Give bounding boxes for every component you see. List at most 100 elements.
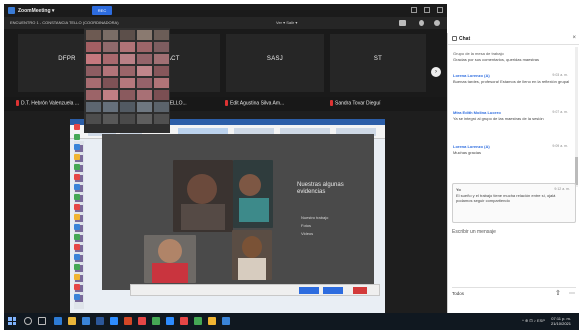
participants-panel-icon[interactable]: ≡: [487, 21, 495, 29]
participant-initials: SASJ: [266, 56, 284, 62]
app-icon[interactable]: [222, 317, 230, 325]
zoom-meeting-window: ZoomMeeting ▾ REC ENCUENTRO 1 - CONSTANC…: [4, 4, 447, 313]
video-cell: [137, 78, 152, 88]
meeting-info-bar: ENCUENTRO 1 - CONSTANCIA TELLO (COORDINA…: [4, 17, 447, 29]
own-message-bubble: Yo 9:12 a. m. El sueño y el trabajo tien…: [452, 183, 576, 223]
video-cell: [154, 30, 169, 40]
message-text: Gracias por sus comentarios, queridas ma…: [453, 57, 540, 62]
word-icon[interactable]: [96, 317, 104, 325]
video-cell: [154, 114, 169, 124]
video-cell: [103, 30, 118, 40]
video-cell: [137, 30, 152, 40]
close-icon[interactable]: ×: [572, 35, 576, 41]
photo-child-at-computer: [173, 160, 233, 232]
settings-icon[interactable]: [419, 20, 424, 26]
participant-name: Sandra Tovar Dieguí: [330, 100, 381, 106]
muted-mic-icon: [16, 100, 19, 106]
app-icon[interactable]: [138, 317, 146, 325]
close-icon[interactable]: [437, 7, 443, 13]
app-icon[interactable]: [74, 264, 80, 270]
app-icon[interactable]: [74, 144, 80, 150]
app-icon[interactable]: [74, 204, 80, 210]
task-view-icon[interactable]: [38, 317, 46, 325]
blue-button[interactable]: [323, 287, 343, 294]
app-icon[interactable]: [74, 244, 80, 250]
chat-header: Chat ×: [448, 33, 579, 45]
participant-tile[interactable]: ST: [330, 34, 426, 92]
photo-girl-portrait: [232, 230, 272, 280]
video-cell: [120, 42, 135, 52]
screen: ZoomMeeting ▾ REC ENCUENTRO 1 - CONSTANC…: [0, 0, 579, 330]
message-time: 9:12 a. m.: [554, 187, 570, 191]
app-icon[interactable]: [74, 124, 80, 130]
chat-message-input[interactable]: Escribir un mensaje: [452, 229, 576, 239]
avatar[interactable]: [515, 21, 527, 29]
participants-icon[interactable]: [399, 20, 406, 26]
participant-tile[interactable]: SASJ: [226, 34, 324, 92]
message-text: Muchas gracias: [453, 150, 482, 155]
edge-icon[interactable]: [54, 317, 62, 325]
windows-start-icon[interactable]: [8, 317, 16, 325]
app-icon[interactable]: [194, 317, 202, 325]
chat-icon: [452, 36, 457, 41]
app-icon[interactable]: [74, 134, 80, 140]
zoom-logo-icon: [8, 7, 15, 14]
app-icon[interactable]: [208, 317, 216, 325]
app-icon[interactable]: [74, 234, 80, 240]
participant-initials: ST: [373, 56, 383, 62]
red-button[interactable]: [353, 287, 367, 294]
app-icon[interactable]: [74, 154, 80, 160]
message-sender: Grupo de la mesa de trabajo: [453, 51, 504, 56]
chrome-icon[interactable]: [152, 317, 160, 325]
video-cell: [103, 66, 118, 76]
powerpoint-icon[interactable]: [124, 317, 132, 325]
app-icon[interactable]: [74, 214, 80, 220]
more-options-icon[interactable]: ⋯: [569, 290, 577, 300]
view-controls[interactable]: Ver ▾ Salir ▾: [276, 20, 297, 25]
send-icon[interactable]: ⇧: [555, 289, 563, 299]
store-icon[interactable]: [82, 317, 90, 325]
file-explorer-icon[interactable]: [68, 317, 76, 325]
video-cell: [154, 42, 169, 52]
info-icon[interactable]: [434, 20, 440, 26]
app-icon[interactable]: [166, 317, 174, 325]
message-text: Ya se integró al grupo de las maestras d…: [453, 116, 544, 121]
participant-strip: DFPR DACT SASJ ST ›: [4, 29, 447, 97]
photo-child-with-tablet: [233, 160, 273, 228]
participant-name-bar: D.T. Hebrón Valenzuela ... D.I. CONSTANZ…: [4, 97, 447, 111]
app-icon[interactable]: [74, 174, 80, 180]
video-cell: [103, 78, 118, 88]
message-time: 9:07 a. m.: [552, 110, 568, 114]
app-icon[interactable]: [180, 317, 188, 325]
video-cell: [103, 90, 118, 100]
video-cell: [137, 114, 152, 124]
more-icon[interactable]: ⋮: [566, 21, 574, 29]
gear-icon[interactable]: ⚙: [549, 21, 557, 29]
window-title[interactable]: ZoomMeeting ▾: [18, 8, 54, 14]
zoom-icon[interactable]: [110, 317, 118, 325]
app-icon[interactable]: [74, 274, 80, 280]
app-icon[interactable]: [74, 164, 80, 170]
app-icon[interactable]: [74, 184, 80, 190]
blue-button[interactable]: [299, 287, 319, 294]
next-page-icon[interactable]: ›: [431, 67, 441, 77]
system-tray[interactable]: ^ ⊕ ⊡ ♪ ESP: [522, 318, 545, 323]
app-icon[interactable]: [74, 224, 80, 230]
clock[interactable]: 07:11 p. m. 21/10/2021: [551, 316, 571, 326]
search-icon[interactable]: [24, 317, 32, 325]
muted-mic-icon: [225, 100, 228, 106]
app-icon[interactable]: [74, 254, 80, 260]
maximize-icon[interactable]: [424, 7, 430, 13]
app-icon[interactable]: [74, 194, 80, 200]
video-cell: [137, 90, 152, 100]
chat-title: Chat: [459, 36, 471, 42]
minimize-icon[interactable]: [411, 7, 417, 13]
slide-bullet: Videos: [301, 231, 314, 236]
app-icon[interactable]: [74, 284, 80, 290]
slide-bullet: Nuestro trabajo: [301, 215, 329, 220]
scrollbar-thumb[interactable]: [575, 157, 578, 185]
recipient-select[interactable]: Todos: [452, 291, 502, 301]
participant-name: Edit Agustina Silva Am...: [225, 100, 284, 106]
app-icon[interactable]: [74, 294, 80, 300]
message-time: 9:03 a. m.: [552, 73, 568, 77]
